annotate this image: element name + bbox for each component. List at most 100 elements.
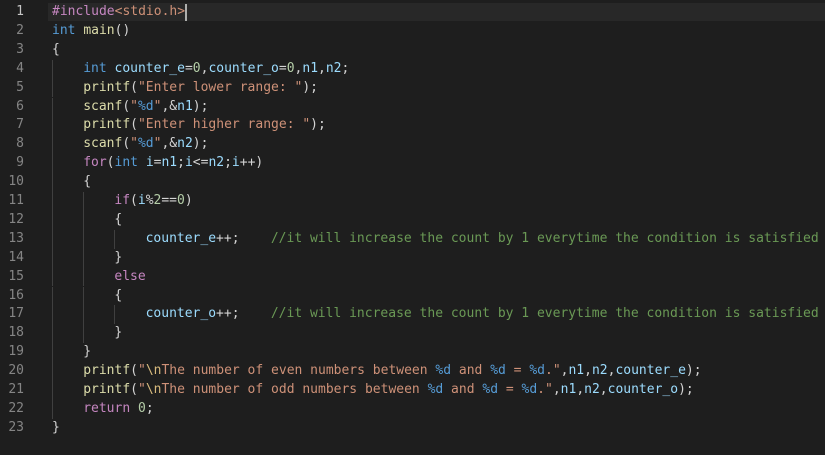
token-str: <stdio.h> <box>114 4 186 19</box>
line-number: 7 <box>16 117 24 133</box>
token-pun: ); <box>192 136 209 152</box>
token-pun: ; <box>231 230 271 246</box>
code-text[interactable]: printf("\nThe number of even numbers bet… <box>83 362 701 380</box>
token-pun: , <box>599 382 608 397</box>
code-text[interactable]: } <box>114 324 122 342</box>
line-number: 1 <box>16 4 24 19</box>
code-text[interactable]: return 0; <box>83 400 153 418</box>
token-fn: printf <box>83 382 131 397</box>
token-fmt: %d <box>435 363 452 379</box>
token-pun <box>130 401 138 416</box>
token-pun: ; <box>224 155 232 171</box>
token-esc: \n <box>145 382 162 397</box>
token-str: and <box>443 382 483 397</box>
code-line[interactable]: 16 { <box>0 286 825 306</box>
code-text[interactable]: { <box>114 211 122 229</box>
code-text[interactable]: int main() <box>52 22 130 40</box>
indent-guide <box>52 173 53 192</box>
indent-guide <box>52 229 53 249</box>
token-str: "Enter higher range: " <box>137 117 311 133</box>
token-id: n2 <box>177 136 193 152</box>
code-text[interactable]: printf("Enter lower range: "); <box>83 79 318 97</box>
code-line[interactable]: 15 else <box>0 267 825 287</box>
token-pun: { <box>114 211 123 227</box>
code-line[interactable]: 3{ <box>0 41 825 59</box>
token-id: n2 <box>584 382 600 397</box>
token-pun: ( <box>122 98 131 114</box>
token-kw: int <box>52 22 76 38</box>
code-text[interactable]: } <box>83 343 91 361</box>
token-num: 0 <box>177 193 185 208</box>
token-pun: } <box>83 344 92 360</box>
code-text[interactable]: scanf("%d",&n2); <box>83 135 208 153</box>
code-line[interactable]: 19} <box>0 343 825 363</box>
indent-guide <box>52 116 53 136</box>
token-pun: ( <box>106 155 115 171</box>
code-line[interactable]: 13 counter_e++; //it will increase the co… <box>0 229 825 249</box>
indent-guide <box>52 286 53 306</box>
code-text[interactable]: } <box>114 249 122 267</box>
token-op: ++ <box>216 230 232 246</box>
token-num: 0 <box>137 400 146 416</box>
code-line[interactable]: 2 int main() <box>0 22 825 40</box>
code-text[interactable]: else <box>114 268 145 286</box>
code-line[interactable]: 21 printf("\nThe number of odd numbers be… <box>0 381 825 400</box>
code-line[interactable]: 14} <box>0 248 825 268</box>
line-number: 17 <box>8 306 24 322</box>
line-number: 5 <box>16 79 24 95</box>
line-number: 4 <box>16 60 24 76</box>
line-number: 3 <box>16 41 24 57</box>
code-line[interactable]: 9 for(int i=n1;i<=n2;i++) <box>0 154 825 174</box>
token-fn: scanf <box>83 98 123 114</box>
code-line[interactable]: 5 printf("Enter lower range: "); <box>0 78 825 98</box>
token-id: counter_o <box>607 382 679 397</box>
code-text[interactable]: { <box>52 41 60 59</box>
code-text[interactable]: int counter_e=0,counter_o=0,n1,n2; <box>83 60 349 78</box>
code-line[interactable]: 22 return 0; <box>0 399 825 419</box>
token-id: n2 <box>208 155 225 171</box>
code-text[interactable]: } <box>52 419 60 437</box>
code-line[interactable]: 7 printf("Enter higher range: "); <box>0 116 825 136</box>
code-line[interactable]: 6 scanf("%d",&n1); <box>0 97 825 117</box>
code-line[interactable]: 17 counter_o++; //it will increase the co… <box>0 305 825 325</box>
indent-guide <box>52 381 53 400</box>
token-com: //it will increase the count by 1 everyt… <box>270 306 819 322</box>
token-pun: ; <box>341 60 350 76</box>
token-fmt: %d <box>137 136 154 152</box>
token-pun: ( <box>130 193 138 208</box>
code-line[interactable]: 4 int counter_e=0,counter_o=0,n1,n2; <box>0 59 825 79</box>
line-number: 15 <box>8 268 24 284</box>
code-line[interactable]: 1 #include<stdio.h> <box>0 3 825 21</box>
code-text[interactable]: counter_e++; //it will increase the coun… <box>146 230 819 248</box>
token-pun: ( <box>130 117 138 133</box>
code-text[interactable]: scanf("%d",&n1); <box>83 98 208 116</box>
indent-guide <box>83 286 85 306</box>
token-op: ++ <box>239 155 256 171</box>
code-line[interactable]: 18} <box>0 324 825 344</box>
code-text[interactable]: #include<stdio.h> <box>52 3 185 21</box>
code-text[interactable]: if(i%2==0) <box>114 192 192 210</box>
line-number: 11 <box>8 193 24 208</box>
token-pun: ; <box>177 155 185 171</box>
code-text[interactable]: printf("Enter higher range: "); <box>83 116 326 134</box>
code-line[interactable]: 11 if(i%2==0) <box>0 192 825 211</box>
token-op: & <box>169 98 178 114</box>
code-text[interactable]: { <box>83 173 91 191</box>
token-pun: } <box>114 325 123 341</box>
code-text[interactable]: counter_o++; //it will increase the coun… <box>146 305 819 323</box>
token-str: ." <box>545 363 561 379</box>
code-line[interactable]: 8 scanf("%d",&n2); <box>0 135 825 155</box>
code-line[interactable]: 12 { <box>0 210 825 230</box>
token-num: 0 <box>286 60 295 76</box>
token-id: n1 <box>177 98 193 114</box>
code-text[interactable]: printf("\nThe number of odd numbers betw… <box>83 381 694 399</box>
code-line[interactable]: 10 { <box>0 173 825 192</box>
line-number: 23 <box>8 419 24 435</box>
token-ctrl: return <box>83 400 131 416</box>
code-line[interactable]: 20 printf("\nThe number of even numbers b… <box>0 362 825 381</box>
code-editor[interactable]: 1 #include<stdio.h> 2 int main() 3{4 int coun… <box>0 0 825 455</box>
token-fn: printf <box>83 117 131 133</box>
code-line[interactable]: 23} <box>0 419 825 437</box>
code-text[interactable]: { <box>114 287 122 305</box>
code-text[interactable]: for(int i=n1;i<=n2;i++) <box>83 154 263 172</box>
